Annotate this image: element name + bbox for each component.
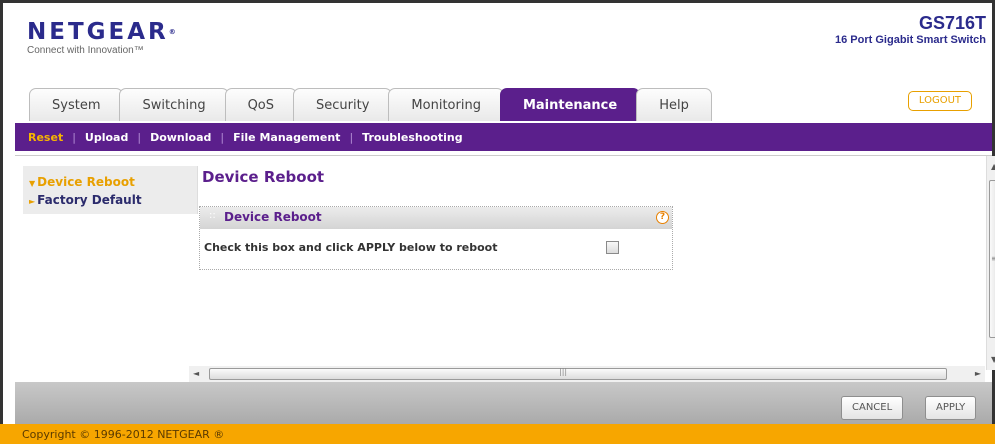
model-description: 16 Port Gigabit Smart Switch [835,34,986,46]
tab-qos[interactable]: QoS [224,88,298,121]
subnav-separator: | [72,130,76,144]
scroll-right-icon[interactable]: ► [975,369,981,378]
subnav-troubleshooting[interactable]: Troubleshooting [362,131,462,144]
brand-tagline: Connect with Innovation™ [27,45,144,56]
netgear-logo: NETGEAR® Connect with Innovation™ [27,20,176,56]
scroll-grip-icon: ≡ [991,254,995,263]
subnav-reset[interactable]: Reset [28,131,63,144]
left-navigation: ▼ Device Reboot ► Factory Default [23,166,198,214]
app-window: NETGEAR® Connect with Innovation™ GS716T… [0,0,995,444]
subnav-separator: | [220,130,225,144]
panel-title: Device Reboot [224,210,322,224]
copyright-text: Copyright © 1996-2012 NETGEAR ® [22,428,225,441]
tab-help[interactable]: Help [636,88,712,121]
help-icon[interactable]: ? [656,211,669,224]
scroll-left-icon[interactable]: ◄ [193,369,199,378]
subnav-separator: | [349,130,354,144]
model-name: GS716T [918,13,986,33]
reboot-row: Check this box and click APPLY below to … [200,229,672,269]
subnav-file-management[interactable]: File Management [233,131,340,144]
apply-button[interactable]: APPLY [925,396,977,420]
subnav-separator: | [137,130,142,144]
leftnav-device-reboot[interactable]: ▼ Device Reboot [29,174,197,192]
vertical-scrollbar[interactable]: ▲ ≡ ▼ [986,156,995,370]
cancel-button[interactable]: CANCEL [841,396,904,420]
horizontal-scroll-thumb[interactable] [209,368,947,380]
scroll-grip-icon: ||| [559,367,568,376]
scroll-down-icon[interactable]: ▼ [991,355,995,364]
logout-button[interactable]: LOGOUT [907,91,972,111]
brand-name: NETGEAR® [27,19,176,45]
subnav-upload[interactable]: Upload [85,131,128,144]
content-area: ▼ Device Reboot ► Factory Default Device R… [15,155,995,383]
collapsed-arrow-icon: ► [29,197,36,206]
drag-grip-icon: :: [209,210,216,221]
tab-system[interactable]: System [29,88,124,121]
tab-maintenance[interactable]: Maintenance [499,88,641,121]
footer-bar: Copyright © 1996-2012 NETGEAR ® [0,424,995,444]
main-tabs: System Switching QoS Security Monitoring… [29,88,712,122]
tab-security[interactable]: Security [293,88,393,121]
reboot-label: Check this box and click APPLY below to … [204,241,498,254]
tab-switching[interactable]: Switching [119,88,229,121]
action-toolbar: CANCEL APPLY [15,382,992,427]
horizontal-scrollbar[interactable]: ◄ ||| ► [189,366,985,383]
scroll-up-icon[interactable]: ▲ [991,162,995,171]
leftnav-factory-default[interactable]: ► Factory Default [29,192,197,210]
model-info: GS716T 16 Port Gigabit Smart Switch [835,13,986,46]
expanded-arrow-icon: ▼ [29,179,36,188]
device-reboot-panel: :: Device Reboot ? Check this box and cl… [199,206,673,270]
reboot-checkbox[interactable] [606,241,619,254]
sub-navigation: Reset | Upload | Download | File Managem… [15,123,992,151]
subnav-download[interactable]: Download [150,131,211,144]
panel-header: :: Device Reboot ? [200,207,672,229]
page-title: Device Reboot [202,168,325,186]
tab-monitoring[interactable]: Monitoring [388,88,504,121]
